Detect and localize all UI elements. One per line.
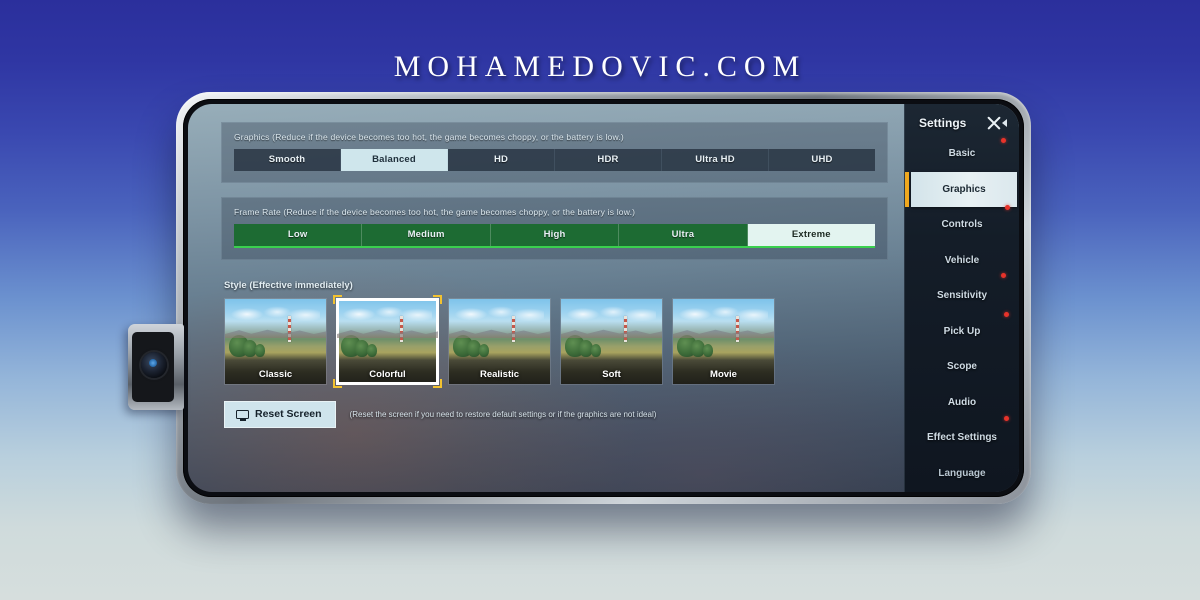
style-option-movie[interactable]: Movie bbox=[672, 298, 775, 385]
tree-shape bbox=[255, 344, 266, 357]
frame-rate-option-low[interactable]: Low bbox=[234, 224, 363, 246]
selection-corner-icon bbox=[333, 379, 342, 388]
style-option-colorful[interactable]: Colorful bbox=[333, 295, 442, 388]
frame-rate-option-extreme[interactable]: Extreme bbox=[747, 224, 876, 246]
selection-corner-icon bbox=[433, 379, 442, 388]
graphics-option-hdr[interactable]: HDR bbox=[555, 149, 662, 171]
phone-bezel: Graphics (Reduce if the device becomes t… bbox=[183, 99, 1024, 497]
tree-shape bbox=[591, 344, 602, 357]
tree-shape bbox=[479, 344, 490, 357]
notification-dot bbox=[1001, 138, 1006, 143]
style-label: Style (Effective immediately) bbox=[224, 280, 353, 291]
camera-body bbox=[132, 332, 174, 402]
style-option-caption: Movie bbox=[710, 369, 737, 380]
sidebar-item-label: Graphics bbox=[942, 183, 986, 195]
sidebar-item-language[interactable]: Language bbox=[905, 456, 1019, 492]
style-option-caption: Soft bbox=[602, 369, 621, 380]
style-option-soft[interactable]: Soft bbox=[560, 298, 663, 385]
frame-rate-option-high[interactable]: High bbox=[491, 224, 620, 246]
sidebar-item-effect-settings[interactable]: Effect Settings bbox=[905, 420, 1019, 456]
settings-sidebar: Settings Basic Graphics Controls Vehicle… bbox=[904, 104, 1019, 492]
reset-screen-label: Reset Screen bbox=[255, 408, 322, 420]
popup-camera-module bbox=[128, 324, 184, 410]
graphics-option-balanced[interactable]: Balanced bbox=[341, 149, 448, 171]
sidebar-item-graphics[interactable]: Graphics bbox=[905, 171, 1017, 210]
sidebar-item-label: Controls bbox=[941, 219, 983, 231]
graphics-option-smooth[interactable]: Smooth bbox=[234, 149, 341, 171]
sidebar-item-controls[interactable]: Controls bbox=[905, 207, 1019, 243]
reset-row: Reset Screen (Reset the screen if you ne… bbox=[224, 401, 888, 428]
sidebar-item-pick-up[interactable]: Pick Up bbox=[905, 311, 1019, 350]
style-thumbnail-group: Classic Colorful Realistic Soft Movie bbox=[221, 295, 888, 388]
sidebar-title: Settings bbox=[919, 115, 967, 130]
selection-corner-icon bbox=[433, 295, 442, 304]
tree-shape bbox=[367, 344, 378, 357]
sidebar-header: Settings bbox=[905, 104, 1019, 130]
sidebar-item-label: Sensitivity bbox=[936, 290, 988, 302]
frame-rate-section: Frame Rate (Reduce if the device becomes… bbox=[221, 197, 888, 260]
graphics-option-hd[interactable]: HD bbox=[448, 149, 555, 171]
reset-screen-button[interactable]: Reset Screen bbox=[224, 401, 336, 428]
frame-rate-label: Frame Rate (Reduce if the device becomes… bbox=[234, 207, 636, 217]
game-screen: Graphics (Reduce if the device becomes t… bbox=[188, 104, 1019, 492]
radio-tower-shape bbox=[399, 316, 403, 342]
graphics-option-group[interactable]: Smooth Balanced HD HDR Ultra HD UHD bbox=[234, 149, 875, 171]
sidebar-item-label: Language bbox=[938, 467, 986, 479]
close-x-icon[interactable] bbox=[986, 115, 1001, 130]
radio-tower-shape bbox=[511, 316, 515, 342]
radio-tower-shape bbox=[623, 316, 627, 342]
sidebar-item-label: Effect Settings bbox=[926, 432, 997, 444]
style-option-realistic[interactable]: Realistic bbox=[448, 298, 551, 385]
notification-dot bbox=[1004, 311, 1009, 317]
selection-corner-icon bbox=[333, 295, 342, 304]
frame-rate-option-group[interactable]: Low Medium High Ultra Extreme bbox=[234, 224, 876, 248]
sidebar-item-vehicle[interactable]: Vehicle bbox=[905, 243, 1019, 278]
tree-shape bbox=[703, 344, 714, 357]
sidebar-item-label: Audio bbox=[947, 396, 977, 408]
sidebar-menu: Basic Graphics Controls Vehicle Sensitiv… bbox=[905, 136, 1019, 491]
style-option-caption: Colorful bbox=[369, 369, 406, 380]
sidebar-item-basic[interactable]: Basic bbox=[905, 136, 1019, 172]
graphics-settings-panel: Graphics (Reduce if the device becomes t… bbox=[188, 104, 904, 492]
frame-rate-option-medium[interactable]: Medium bbox=[362, 224, 491, 246]
caret-left-icon[interactable] bbox=[1002, 118, 1007, 127]
sidebar-item-label: Basic bbox=[948, 148, 976, 160]
monitor-icon bbox=[236, 409, 249, 421]
sidebar-item-label: Vehicle bbox=[944, 254, 980, 266]
phone-device: Graphics (Reduce if the device becomes t… bbox=[128, 92, 1031, 504]
graphics-option-ultra-hd[interactable]: Ultra HD bbox=[662, 149, 769, 171]
frame-rate-option-ultra[interactable]: Ultra bbox=[619, 224, 748, 246]
camera-lens-icon bbox=[141, 352, 167, 378]
style-option-caption: Classic bbox=[258, 369, 293, 380]
sidebar-item-sensitivity[interactable]: Sensitivity bbox=[905, 278, 1019, 314]
sidebar-item-label: Pick Up bbox=[943, 325, 981, 337]
radio-tower-shape bbox=[735, 316, 739, 342]
radio-tower-shape bbox=[287, 316, 291, 342]
sidebar-item-scope[interactable]: Scope bbox=[905, 349, 1019, 385]
graphics-option-uhd[interactable]: UHD bbox=[769, 149, 875, 171]
graphics-label: Graphics (Reduce if the device becomes t… bbox=[234, 132, 624, 142]
sidebar-item-audio[interactable]: Audio bbox=[905, 385, 1019, 421]
sidebar-item-label: Scope bbox=[946, 361, 977, 373]
style-option-classic[interactable]: Classic bbox=[224, 298, 327, 385]
graphics-section: Graphics (Reduce if the device becomes t… bbox=[221, 122, 888, 183]
style-option-caption: Realistic bbox=[479, 369, 520, 380]
site-watermark: MOHAMEDOVIC.COM bbox=[393, 50, 807, 83]
reset-screen-hint: (Reset the screen if you need to restore… bbox=[349, 410, 657, 419]
close-settings-button[interactable] bbox=[986, 115, 1007, 130]
